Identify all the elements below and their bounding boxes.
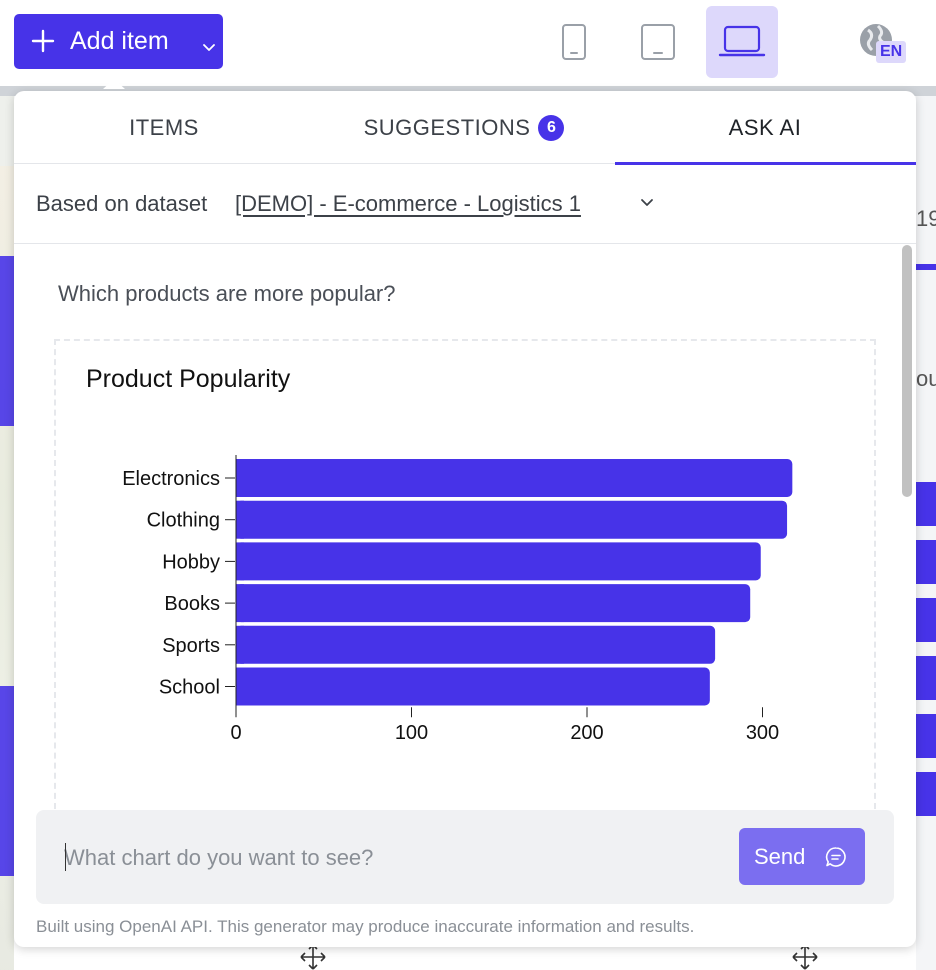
phone-icon — [562, 24, 586, 60]
laptop-preview-button[interactable] — [706, 6, 778, 78]
user-question: Which products are more popular? — [58, 281, 396, 306]
bar — [236, 584, 751, 623]
background-text: ou — [916, 366, 936, 391]
tab-items[interactable]: ITEMS — [14, 91, 314, 164]
y-tick-label: Clothing — [147, 510, 220, 532]
send-button[interactable]: Send — [739, 828, 865, 885]
suggestions-count-badge: 6 — [538, 114, 565, 141]
add-item-label: Add item — [70, 27, 169, 55]
chart-prompt-input[interactable] — [64, 840, 724, 876]
map-region — [0, 686, 14, 876]
background-bar — [916, 772, 936, 816]
scrollbar[interactable] — [900, 245, 912, 805]
x-tick-label: 300 — [746, 722, 779, 744]
dataset-selector-row: Based on dataset [DEMO] - E-commerce - L… — [14, 164, 916, 244]
move-icon[interactable] — [298, 944, 328, 970]
background-bar — [916, 540, 936, 584]
send-label: Send — [754, 844, 806, 869]
generated-chart-card[interactable]: Product Popularity Electronics Clothing Ho… — [54, 339, 876, 809]
bar — [236, 625, 716, 664]
laptop-icon — [718, 25, 766, 57]
tab-suggestions[interactable]: SUGGESTIONS 6 — [314, 91, 614, 164]
y-tick-label: Hobby — [162, 551, 220, 573]
x-tick-label: 200 — [570, 722, 603, 744]
disclaimer-text: Built using OpenAI API. This generator m… — [36, 917, 695, 936]
tab-ask-ai[interactable]: ASK AI — [615, 91, 916, 165]
bar-base — [236, 542, 244, 581]
background-bar — [916, 264, 936, 270]
tablet-icon — [641, 24, 675, 60]
language-label: EN — [876, 41, 907, 63]
x-tick-label: 100 — [395, 722, 428, 744]
background-dashboard: 19 ou — [916, 96, 936, 970]
plus-icon — [31, 29, 55, 53]
bar-base — [236, 584, 244, 623]
y-tick-label: School — [159, 677, 220, 699]
text-cursor — [65, 843, 66, 871]
chat-bubble-icon — [825, 847, 846, 867]
tablet-preview-button[interactable] — [622, 6, 694, 78]
background-text: 19 — [916, 206, 936, 231]
tab-label: ASK AI — [728, 114, 802, 140]
bar-base — [236, 500, 244, 539]
bar-base — [236, 667, 244, 706]
chat-input-box: Send — [36, 810, 894, 904]
bar — [236, 542, 761, 581]
map-region — [0, 256, 14, 426]
y-tick-label: Sports — [162, 635, 220, 657]
background-bar — [916, 656, 936, 700]
y-tick-label: Electronics — [122, 468, 220, 490]
x-tick-label: 0 — [230, 722, 241, 744]
move-icon[interactable] — [790, 944, 820, 970]
add-item-panel: ITEMS SUGGESTIONS 6 ASK AI Based on data… — [14, 91, 916, 947]
bar-base — [236, 459, 244, 497]
top-toolbar: Add item EN — [0, 0, 936, 86]
background-map — [0, 96, 14, 970]
y-tick-label: Books — [164, 593, 220, 615]
phone-preview-button[interactable] — [538, 6, 610, 78]
bar — [236, 500, 788, 539]
panel-tabs: ITEMS SUGGESTIONS 6 ASK AI — [14, 91, 916, 165]
chevron-down-icon — [203, 44, 215, 51]
bar-chart: Electronics Clothing Hobby Books Sports Schoo… — [122, 455, 793, 744]
tab-label: SUGGESTIONS — [363, 114, 531, 140]
dataset-dropdown[interactable]: [DEMO] - E-commerce - Logistics 1 — [235, 191, 581, 217]
background-bar — [916, 482, 936, 526]
background-bar — [916, 714, 936, 758]
popover-caret — [103, 79, 125, 89]
dataset-prefix: Based on dataset — [36, 191, 208, 216]
language-selector[interactable]: EN — [858, 22, 907, 66]
background-bar — [916, 598, 936, 642]
tab-label: ITEMS — [129, 114, 199, 140]
add-item-button[interactable]: Add item — [14, 14, 223, 69]
scrollbar-thumb[interactable] — [902, 245, 912, 497]
chevron-down-icon[interactable] — [640, 198, 654, 208]
chat-scroll-area[interactable]: Which products are more popular? Product… — [14, 245, 916, 809]
bar — [236, 459, 793, 497]
bar — [236, 667, 710, 706]
bar-base — [236, 625, 244, 664]
